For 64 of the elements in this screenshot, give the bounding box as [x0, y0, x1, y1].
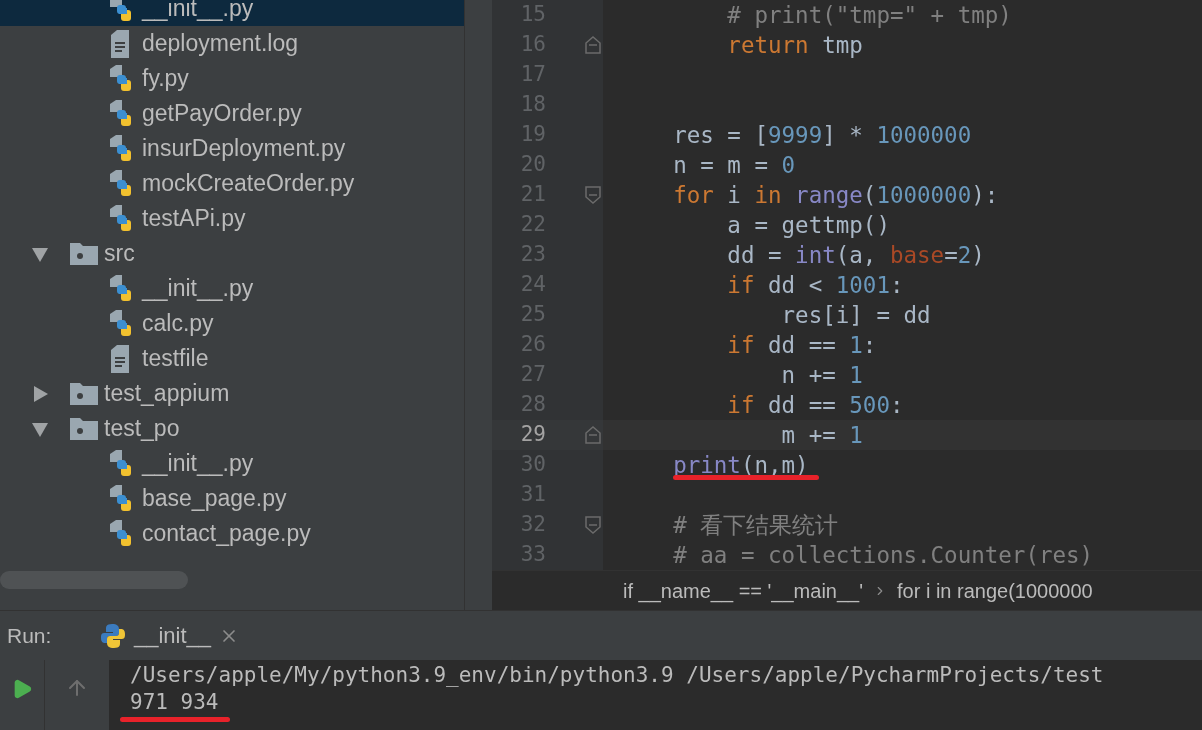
code-line: print(n,m) — [672, 451, 809, 480]
folder-icon — [70, 382, 98, 405]
file-name: insurDeployment.py — [142, 134, 346, 164]
breadcrumb[interactable]: if __name__ == '__main__' — [623, 575, 864, 606]
tree-item[interactable]: contact_page.py — [0, 516, 464, 551]
code-line: dd = int(a, base=2) — [726, 241, 985, 270]
file-name: fy.py — [142, 64, 189, 94]
code-line: # 看下结果统计 — [672, 511, 839, 540]
code-line: if dd == 500: — [726, 391, 904, 420]
console-output: 971 934 — [130, 688, 219, 716]
code-line: return tmp — [726, 31, 863, 60]
code-line: if dd == 1: — [726, 331, 877, 360]
code-line: a = gettmp() — [726, 211, 890, 240]
code-line: # aa = collections.Counter(res) — [672, 541, 1094, 570]
file-name: __init__.py — [142, 0, 254, 24]
file-name: src — [104, 239, 135, 269]
file-name: mockCreateOrder.py — [142, 169, 355, 199]
tree-item[interactable]: insurDeployment.py — [0, 131, 464, 166]
tree-item[interactable]: base_page.py — [0, 481, 464, 516]
file-name: test_appium — [104, 379, 230, 409]
tree-item[interactable]: __init__.py — [0, 0, 464, 26]
code-line: res = [9999] * 1000000 — [672, 121, 972, 150]
tree-item[interactable]: __init__.py — [0, 271, 464, 306]
tree-item[interactable]: fy.py — [0, 61, 464, 96]
tree-item[interactable]: mockCreateOrder.py — [0, 166, 464, 201]
fold-start-icon[interactable] — [585, 185, 601, 205]
console-output: /Users/apple/My/python3.9_env/bin/python3.9 /Users/apple/PycharmProjects/test — [130, 661, 1104, 689]
file-name: deployment.log — [142, 29, 298, 59]
tree-item[interactable]: testAPi.py — [0, 201, 464, 236]
fold-end-icon[interactable] — [585, 35, 601, 55]
tree-item[interactable]: __init__.py — [0, 446, 464, 481]
tree-item[interactable]: deployment.log — [0, 26, 464, 61]
code-line: res[i] = dd — [780, 301, 931, 330]
folder-icon — [70, 417, 98, 440]
file-name: testfile — [142, 344, 209, 374]
fold-start-icon[interactable] — [585, 515, 601, 535]
python-logo-icon — [100, 622, 126, 649]
fold-end-icon[interactable] — [585, 425, 601, 445]
file-name: base_page.py — [142, 484, 287, 514]
run-label: Run: — [6, 622, 53, 649]
code-line: n = m = 0 — [672, 151, 796, 180]
file-name: __init__.py — [142, 449, 254, 479]
tab-title: __init__ — [134, 622, 212, 650]
code-line: # print("tmp=" + tmp) — [726, 1, 1012, 30]
file-name: calc.py — [142, 309, 214, 339]
tree-item[interactable]: getPayOrder.py — [0, 96, 464, 131]
code-line: n += 1 — [780, 361, 863, 390]
tree-item[interactable]: test_appium — [0, 376, 464, 411]
file-name: testAPi.py — [142, 204, 246, 234]
tree-item[interactable]: test_po — [0, 411, 464, 446]
breadcrumb[interactable]: for i in range(1000000 — [897, 575, 1093, 606]
line-number: 29 — [519, 421, 546, 449]
tree-item[interactable]: src — [0, 236, 464, 271]
code-editor[interactable] — [492, 0, 1202, 570]
folder-icon — [70, 242, 98, 265]
code-line: if dd < 1001: — [726, 271, 904, 300]
tree-item[interactable]: calc.py — [0, 306, 464, 341]
file-name: test_po — [104, 414, 180, 444]
file-name: contact_page.py — [142, 519, 311, 549]
code-line: for i in range(1000000): — [672, 181, 999, 210]
code-line: m += 1 — [780, 421, 863, 450]
file-name: getPayOrder.py — [142, 99, 302, 129]
file-name: __init__.py — [142, 274, 254, 304]
tree-item[interactable]: testfile — [0, 341, 464, 376]
